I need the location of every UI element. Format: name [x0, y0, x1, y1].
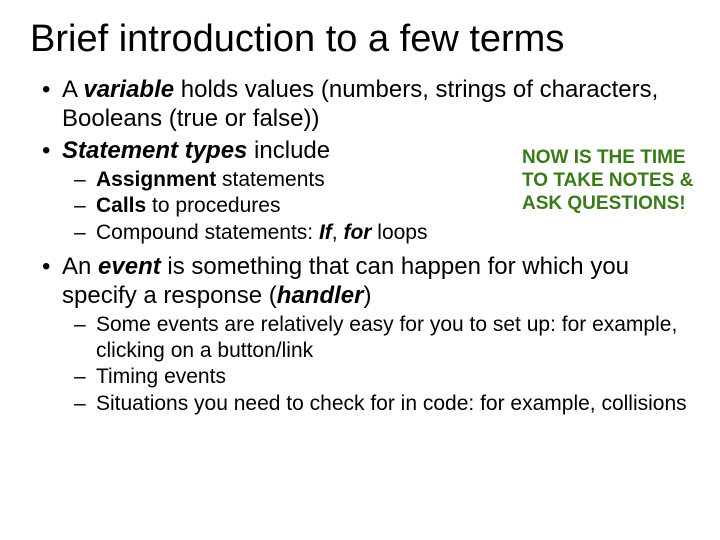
text-segment: )	[363, 282, 371, 309]
term-if: If	[319, 221, 332, 244]
slide: Brief introduction to a few terms NOW IS…	[0, 0, 720, 540]
list-item: Assignment statements	[96, 167, 690, 193]
bullet-event: An event is something that can happen fo…	[62, 252, 690, 417]
slide-body: A variable holds values (numbers, string…	[30, 75, 690, 417]
slide-title: Brief introduction to a few terms	[30, 18, 690, 61]
bullet-list: A variable holds values (numbers, string…	[30, 75, 690, 417]
sub-list: Some events are relatively easy for you …	[62, 312, 690, 416]
term-handler: handler	[277, 282, 364, 309]
list-item: Situations you need to check for in code…	[96, 391, 690, 417]
term-assignment: Assignment	[96, 168, 216, 191]
list-item: Some events are relatively easy for you …	[96, 312, 690, 363]
text-segment: statements	[216, 168, 325, 191]
term-calls: Calls	[96, 194, 146, 217]
text-segment: include	[247, 137, 330, 164]
list-item: Compound statements: If, for loops	[96, 220, 690, 246]
text-segment: Statement types include	[62, 137, 520, 164]
text-segment: A variable holds values (numbers, string…	[62, 76, 658, 132]
bullet-statement-types: Statement types include Assignment state…	[62, 136, 690, 246]
bullet-variable: A variable holds values (numbers, string…	[62, 75, 690, 134]
text-segment: to procedures	[146, 194, 280, 217]
text-segment: loops	[371, 221, 427, 244]
sub-list: Assignment statements Calls to procedure…	[62, 167, 690, 246]
term-variable: variable	[83, 76, 174, 103]
term-for: for	[343, 221, 371, 244]
term-statement-types: Statement types	[62, 137, 247, 164]
text-segment: ,	[332, 221, 344, 244]
list-item: Timing events	[96, 364, 690, 390]
term-event: event	[98, 253, 161, 280]
list-item: Calls to procedures	[96, 193, 690, 219]
text-segment: A	[62, 76, 83, 103]
text-segment: An	[62, 253, 98, 280]
text-segment: Compound statements:	[96, 221, 319, 244]
